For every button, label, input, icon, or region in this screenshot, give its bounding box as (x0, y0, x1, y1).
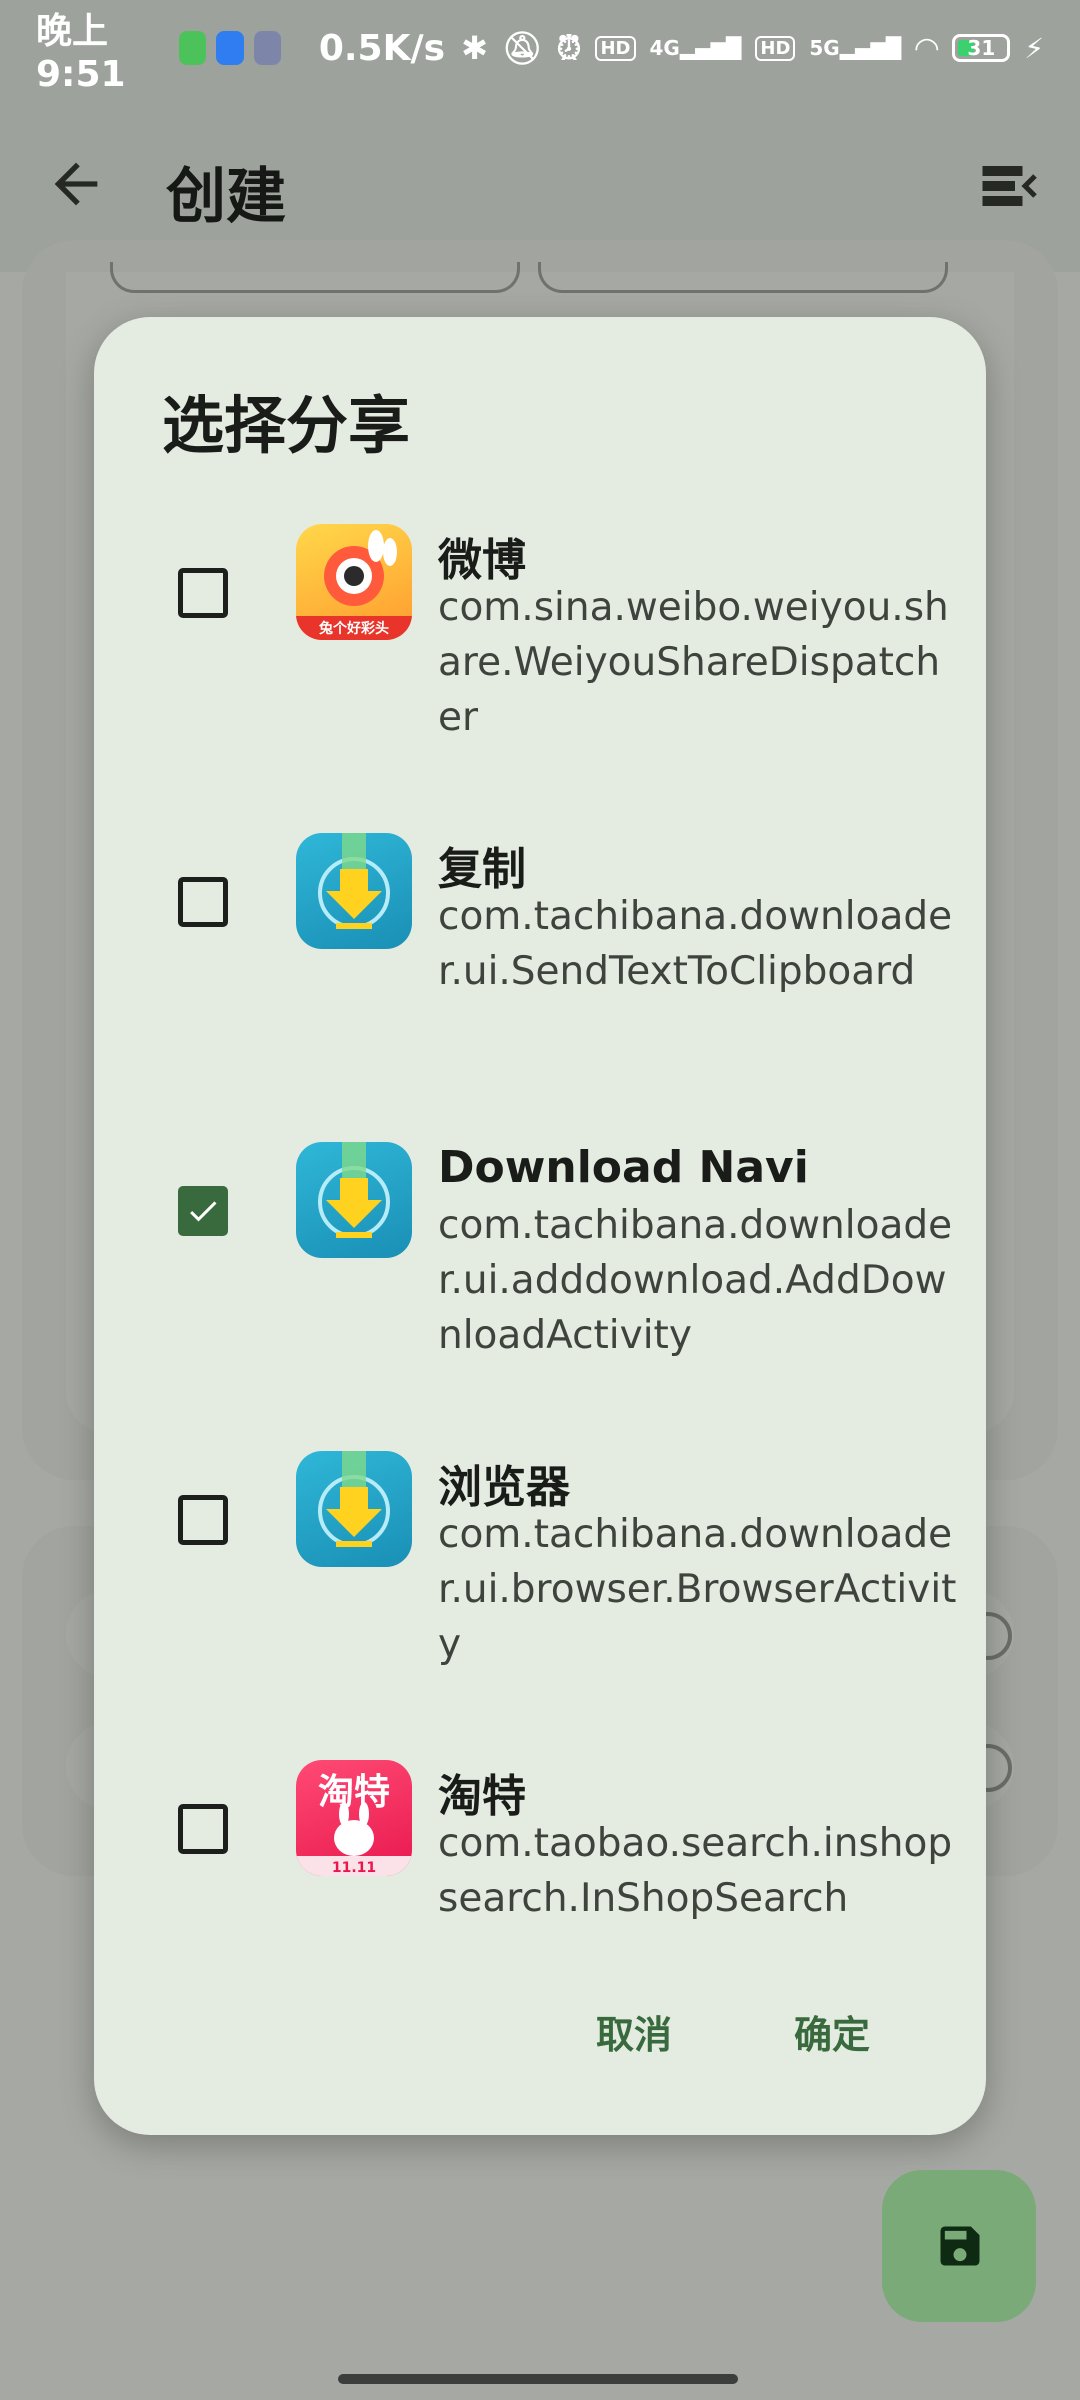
item-name: 淘特 (438, 1771, 526, 1822)
signal-4g-label: 4G (649, 36, 680, 60)
item-package: com.tachibana.downloader.ui.adddownload.… (438, 1203, 953, 1358)
hd-badge-2: HD (755, 35, 796, 61)
item-name: 复制 (438, 844, 526, 895)
checkmark-icon (190, 1201, 217, 1222)
weibo-app-icon: 兔个好彩头 (296, 524, 412, 640)
svg-text:淘特: 淘特 (318, 1772, 390, 1813)
battery-level: 31 (967, 36, 996, 60)
dialog-title: 选择分享 (162, 389, 411, 462)
wifi-icon: ◠ (915, 30, 939, 66)
arrow-left-icon[interactable] (44, 152, 108, 216)
share-item-weibo[interactable]: 兔个好彩头 微博 com.sina.weibo.weiyou.share.Wei… (94, 524, 986, 814)
share-item-browser[interactable]: 浏览器 com.tachibana.downloader.ui.browser.… (94, 1451, 986, 1741)
item-package: com.tachibana.downloader.ui.SendTextToCl… (438, 894, 953, 994)
svg-text:兔个好彩头: 兔个好彩头 (318, 620, 389, 637)
status-bar: 晚上9:51 0.5K/s ✱ 🔕︎ ⏰︎ HD 4G▂▄▆█ HD 5G▂▄▆… (0, 0, 1080, 96)
page-title: 创建 (166, 162, 286, 232)
wechat-notification-icon (179, 31, 207, 65)
save-fab-button[interactable] (882, 2170, 1036, 2322)
share-item-copy[interactable]: 复制 com.tachibana.downloader.ui.SendTextT… (94, 833, 986, 1123)
save-icon (940, 2226, 980, 2266)
svg-text:11.11: 11.11 (332, 1860, 376, 1876)
mute-bell-icon: 🔕︎ (501, 29, 543, 67)
checkbox-unchecked[interactable] (178, 877, 228, 927)
checkbox-unchecked[interactable] (178, 1495, 228, 1545)
network-speed: 0.5K/s (318, 27, 446, 69)
signal-4g-icon: 4G▂▄▆█ (649, 36, 742, 60)
app-notification-icon (253, 31, 281, 65)
status-time: 晚上9:51 (36, 10, 126, 95)
alarm-icon: ⏰︎ (556, 28, 582, 67)
share-item-download-navi[interactable]: Download Navi com.tachibana.downloader.u… (94, 1142, 986, 1432)
signal-5g-icon: 5G▂▄▆█ (809, 36, 902, 60)
item-package: com.tachibana.downloader.ui.browser.Brow… (438, 1512, 957, 1667)
share-select-dialog: 选择分享 兔个好彩头 微博 com.sina.weibo.weiyou.shar… (94, 317, 986, 2135)
cancel-button[interactable]: 取消 (596, 2004, 672, 2059)
item-name: 浏览器 (438, 1462, 570, 1513)
background-input-right (538, 262, 948, 293)
menu-collapse-icon[interactable] (980, 158, 1040, 214)
signal-5g-label: 5G (809, 36, 840, 60)
download-navi-app-icon (296, 833, 412, 949)
download-navi-app-icon (296, 1451, 412, 1567)
hd-badge: HD (595, 35, 636, 61)
charging-icon: ⚡︎ (1024, 31, 1045, 65)
alipay-notification-icon (216, 31, 244, 65)
item-package: com.sina.weibo.weiyou.share.WeiyouShareD… (438, 585, 949, 740)
taote-app-icon: 淘特 11.11 (296, 1760, 412, 1876)
checkbox-unchecked[interactable] (178, 568, 228, 618)
gesture-nav-handle[interactable] (338, 2374, 738, 2384)
checkbox-unchecked[interactable] (178, 1804, 228, 1854)
battery-icon: 31 (952, 34, 1011, 62)
download-navi-app-icon (296, 1142, 412, 1258)
item-package: com.taobao.search.inshopsearch.InShopSea… (438, 1821, 953, 1921)
bluetooth-icon: ✱ (461, 29, 488, 67)
background-input-left (110, 262, 520, 293)
checkbox-checked[interactable] (178, 1186, 228, 1236)
item-name: Download Navi (438, 1142, 809, 1193)
confirm-button[interactable]: 确定 (794, 2004, 870, 2059)
item-name: 微博 (438, 535, 526, 586)
